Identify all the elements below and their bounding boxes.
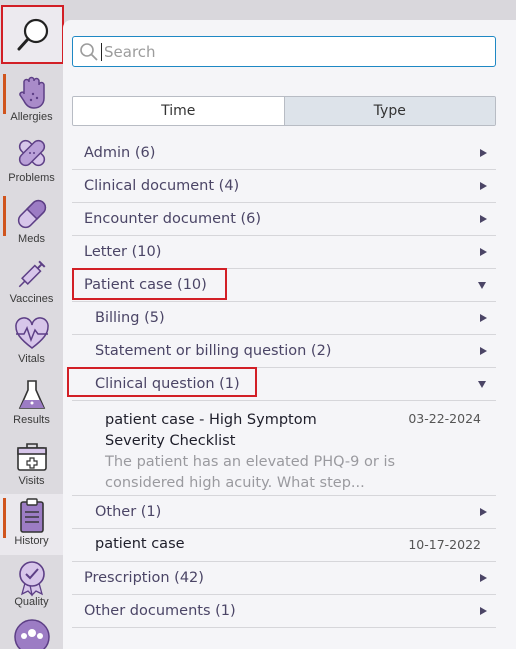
sidebar-item-history[interactable]: History (0, 494, 63, 555)
document-panel: Time Type Admin (6) Clinical document (4… (63, 20, 516, 649)
document-date: 03-22-2024 (408, 411, 481, 426)
collapse-arrow-icon (478, 282, 486, 289)
subcategory-label: Other (1) (95, 504, 162, 520)
expand-arrow-icon (480, 149, 487, 157)
sidebar-item-care-team[interactable] (0, 615, 63, 649)
category-label: Admin (6) (84, 145, 156, 161)
subcategory-label: Statement or billing question (2) (95, 343, 332, 359)
expand-arrow-icon (480, 607, 487, 615)
hand-icon (18, 76, 45, 109)
sidebar-item-meds[interactable]: Meds (0, 192, 63, 253)
clipboard-icon (19, 498, 44, 533)
sidebar-item-visits[interactable]: Visits (0, 434, 63, 495)
category-label: Clinical document (4) (84, 178, 240, 194)
sidebar-item-label: Vitals (18, 353, 45, 365)
bandage-icon (18, 139, 45, 167)
sidebar-item-label: Visits (18, 475, 45, 487)
medal-icon (18, 561, 45, 597)
category-encounter-document[interactable]: Encounter document (6) (72, 203, 496, 236)
category-other-documents[interactable]: Other documents (1) (72, 595, 496, 628)
category-label: Encounter document (6) (84, 211, 262, 227)
sidebar-item-vaccines[interactable]: Vaccines (0, 252, 63, 313)
subcategory-label: Clinical question (1) (95, 376, 240, 392)
document-tree: Admin (6) Clinical document (4) Encounte… (72, 137, 496, 628)
document-title: patient case (95, 536, 185, 552)
people-icon (13, 619, 50, 649)
subcategory-clinical-question[interactable]: Clinical question (1) (72, 368, 496, 401)
sidebar-item-label: Problems (8, 172, 55, 184)
document-date: 10-17-2022 (408, 537, 481, 552)
sidebar-item-label: Quality (14, 596, 49, 608)
search-icon (80, 42, 98, 61)
medical-bag-icon (16, 443, 47, 471)
sidebar: Allergies Problems Meds Vaccines Vitals … (0, 0, 64, 649)
sidebar-item-quality[interactable]: Quality (0, 555, 63, 616)
sidebar-item-label: History (14, 535, 49, 547)
expand-arrow-icon (480, 574, 487, 582)
view-toggle: Time Type (72, 96, 496, 126)
subcategory-other[interactable]: Other (1) (72, 496, 496, 529)
search-input[interactable] (104, 42, 484, 61)
sidebar-item-label: Allergies (10, 111, 53, 123)
sidebar-item-problems[interactable]: Problems (0, 131, 63, 192)
category-patient-case[interactable]: Patient case (10) (72, 269, 496, 302)
collapse-arrow-icon (478, 381, 486, 388)
expand-arrow-icon (480, 508, 487, 516)
subcategory-label: Billing (5) (95, 310, 165, 326)
syringe-icon (18, 260, 45, 288)
sidebar-item-label: Meds (18, 233, 45, 245)
document-item[interactable]: patient case 10-17-2022 (72, 529, 496, 562)
category-prescription[interactable]: Prescription (42) (72, 562, 496, 595)
document-item[interactable]: patient case - High Symptom Severity Che… (72, 401, 496, 496)
text-cursor (101, 42, 102, 61)
category-clinical-document[interactable]: Clinical document (4) (72, 170, 496, 203)
heart-pulse-icon (14, 317, 49, 349)
pill-icon (17, 199, 46, 229)
expand-arrow-icon (480, 347, 487, 355)
expand-arrow-icon (480, 248, 487, 256)
expand-arrow-icon (480, 314, 487, 322)
sidebar-item-label: Vaccines (9, 293, 54, 305)
category-label: Patient case (10) (84, 277, 207, 293)
sidebar-item-label: Results (13, 414, 50, 426)
category-label: Other documents (1) (84, 603, 236, 619)
time-toggle-button[interactable]: Time (73, 97, 284, 125)
subcategory-billing[interactable]: Billing (5) (72, 302, 496, 335)
subcategory-statement[interactable]: Statement or billing question (2) (72, 335, 496, 368)
sidebar-item-vitals[interactable]: Vitals (0, 312, 63, 373)
sidebar-item-results[interactable]: Results (0, 373, 63, 434)
category-label: Prescription (42) (84, 570, 204, 586)
search-icon (17, 18, 48, 50)
sidebar-item-allergies[interactable]: Allergies (0, 70, 63, 131)
expand-arrow-icon (480, 215, 487, 223)
search-toggle-button[interactable] (1, 5, 64, 64)
flask-icon (18, 380, 45, 409)
expand-arrow-icon (480, 182, 487, 190)
search-field[interactable] (72, 36, 496, 67)
category-admin[interactable]: Admin (6) (72, 137, 496, 170)
document-title: patient case - High Symptom Severity Che… (105, 412, 317, 449)
category-label: Letter (10) (84, 244, 162, 260)
document-description: The patient has an elevated PHQ-9 or is … (105, 454, 396, 491)
category-letter[interactable]: Letter (10) (72, 236, 496, 269)
type-toggle-button[interactable]: Type (283, 97, 495, 125)
